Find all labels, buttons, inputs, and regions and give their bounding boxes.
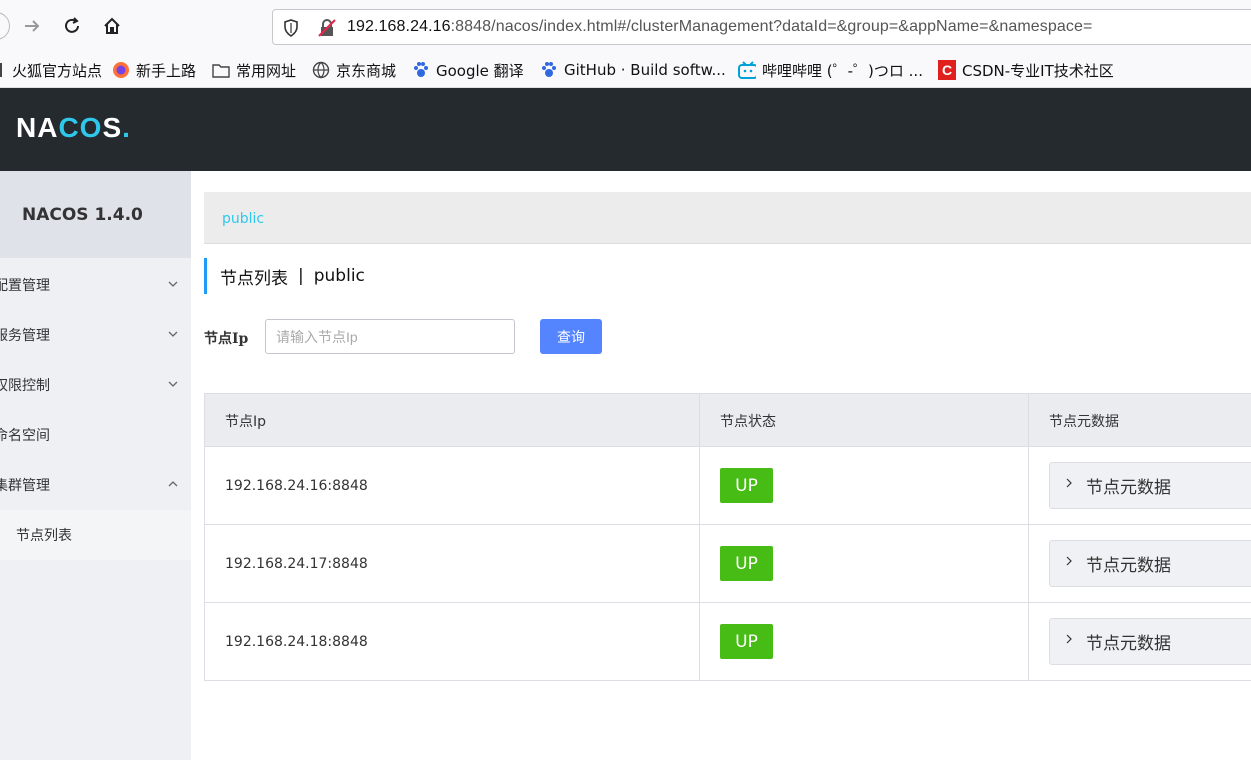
chevron-right-icon (1066, 556, 1072, 565)
table-row: 192.168.24.17:8848 UP 节点元数据 (205, 525, 1251, 603)
node-ip-label: 节点Ip (204, 331, 249, 347)
chevron-right-icon (1066, 478, 1072, 487)
chevron-down-icon (168, 381, 178, 387)
table-row: 192.168.24.16:8848 UP 节点元数据 (205, 447, 1251, 525)
sidebar-item-cluster-management[interactable]: 集群管理 (0, 460, 191, 510)
node-table: 节点Ip 节点状态 节点元数据 192.168.24.16:8848 UP 节点… (204, 393, 1251, 681)
sidebar-item-namespace[interactable]: 命名空间 (0, 410, 191, 460)
reload-button[interactable] (56, 10, 88, 42)
node-metadata-cell: 节点元数据 (1028, 603, 1251, 680)
sidebar-item-service-management[interactable]: 服务管理 (0, 310, 191, 360)
node-ip-input[interactable] (265, 319, 515, 354)
query-button[interactable]: 查询 (540, 319, 602, 354)
bookmark-bilibili[interactable]: 哔哩哔哩 (゜-゜)つロ ... (738, 60, 923, 80)
app-header: NACOS. (0, 88, 1251, 171)
forward-button[interactable] (16, 10, 48, 42)
bookmark-firefox-site[interactable]: 火狐官方站点 (0, 60, 102, 80)
table-header: 节点Ip 节点状态 节点元数据 (205, 394, 1251, 447)
baidu-paw-icon (540, 61, 558, 79)
bookmark-github[interactable]: GitHub · Build softw... (540, 60, 726, 80)
table-row: 192.168.24.18:8848 UP 节点元数据 (205, 603, 1251, 681)
bookmark-google-translate[interactable]: Google 翻译 (412, 60, 524, 80)
svg-text:C: C (942, 62, 952, 78)
metadata-expand-button[interactable]: 节点元数据 (1049, 540, 1251, 587)
bookmark-jd[interactable]: 京东商城 (312, 60, 396, 80)
sidebar: NACOS 1.4.0 配置管理 服务管理 权限控制 命名空间 集群管理 节点列… (0, 171, 191, 760)
node-metadata-cell: 节点元数据 (1028, 525, 1251, 602)
home-icon (104, 17, 120, 34)
status-badge: UP (720, 546, 773, 581)
bookmark-csdn[interactable]: C CSDN-专业IT技术社区 (938, 60, 1114, 80)
nacos-logo[interactable]: NACOS. (16, 112, 131, 144)
folder-icon (212, 61, 230, 79)
namespace-breadcrumb: public (204, 192, 1251, 244)
metadata-expand-button[interactable]: 节点元数据 (1049, 462, 1251, 509)
status-badge: UP (720, 624, 773, 659)
node-status-cell: UP (699, 603, 1029, 680)
bookmark-folder-common[interactable]: 常用网址 (212, 60, 296, 80)
shield-icon (284, 19, 298, 37)
page-title: 节点列表 | public (204, 258, 365, 294)
status-badge: UP (720, 468, 773, 503)
chevron-down-icon (168, 331, 178, 337)
browser-toolbar: 192.168.24.16:8848/nacos/index.html#/clu… (0, 0, 1251, 52)
sidebar-item-config-management[interactable]: 配置管理 (0, 260, 191, 310)
chevron-up-icon (168, 481, 178, 487)
back-arrow-icon (0, 20, 2, 32)
chevron-right-icon (1066, 634, 1072, 643)
column-header-node-ip: 节点Ip (225, 413, 267, 430)
chevron-down-icon (168, 281, 178, 287)
column-header-node-metadata: 节点元数据 (1028, 394, 1251, 447)
firefox-icon (0, 61, 6, 79)
sidebar-item-access-control[interactable]: 权限控制 (0, 360, 191, 410)
baidu-paw-icon (412, 61, 430, 79)
csdn-icon: C (938, 60, 956, 80)
back-button[interactable] (0, 12, 10, 40)
firefox-icon (112, 61, 130, 79)
bookmarks-bar: 火狐官方站点 新手上路 常用网址 京东商城 Google 翻译 GitHub ·… (0, 52, 1251, 88)
reload-icon (65, 17, 79, 33)
node-ip-cell: 192.168.24.18:8848 (225, 633, 368, 650)
bookmark-getting-started[interactable]: 新手上路 (112, 60, 196, 80)
node-status-cell: UP (699, 525, 1029, 602)
node-ip-cell: 192.168.24.16:8848 (225, 477, 368, 494)
insecure-lock-icon (318, 19, 336, 37)
namespace-link-public[interactable]: public (222, 211, 264, 227)
url-bar[interactable]: 192.168.24.16:8848/nacos/index.html#/clu… (272, 9, 1251, 45)
node-ip-cell: 192.168.24.17:8848 (225, 555, 368, 572)
column-header-node-status: 节点状态 (699, 394, 1029, 447)
globe-icon (312, 61, 330, 79)
home-button[interactable] (96, 10, 128, 42)
forward-arrow-icon (25, 20, 40, 32)
sidebar-subitem-node-list[interactable]: 节点列表 (0, 510, 191, 560)
sidebar-title: NACOS 1.4.0 (0, 171, 191, 258)
url-text: 192.168.24.16:8848/nacos/index.html#/clu… (347, 18, 1093, 35)
node-status-cell: UP (699, 447, 1029, 524)
node-metadata-cell: 节点元数据 (1028, 447, 1251, 524)
metadata-expand-button[interactable]: 节点元数据 (1049, 618, 1251, 665)
bilibili-icon (738, 61, 756, 79)
